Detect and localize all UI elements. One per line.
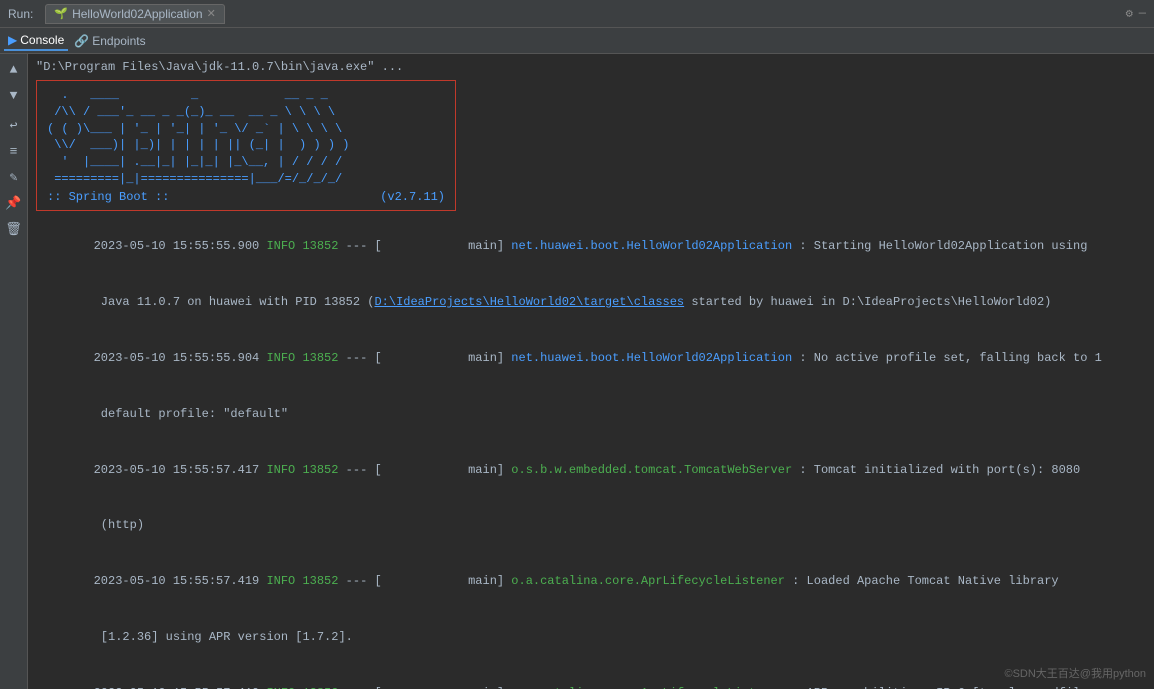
console-icon: ▶ [8, 33, 17, 47]
classes-link[interactable]: D:\IdeaProjects\HelloWorld02\target\clas… [374, 295, 684, 309]
spring-version-line: :: Spring Boot :: (v2.7.11) [47, 190, 445, 204]
endpoints-tab[interactable]: 🔗 Endpoints [70, 32, 149, 50]
list-icon[interactable]: ≡ [3, 140, 25, 162]
settings-icon[interactable]: ⚙ [1126, 6, 1133, 21]
spring-version: (v2.7.11) [380, 190, 445, 204]
log-container: 2023-05-10 15:55:55.900 INFO 13852 --- [… [36, 219, 1146, 689]
spring-banner: . ____ _ __ _ _ /\\ / ___'_ __ _ _(_)_ _… [36, 80, 456, 211]
banner-art: . ____ _ __ _ _ /\\ / ___'_ __ _ _(_)_ _… [47, 87, 445, 188]
endpoints-icon: 🔗 [74, 34, 89, 48]
scroll-up-icon[interactable]: ▲ [3, 58, 25, 80]
console-area[interactable]: "D:\Program Files\Java\jdk-11.0.7\bin\ja… [28, 54, 1154, 689]
log-line-3: 2023-05-10 15:55:57.417 INFO 13852 --- [… [36, 442, 1146, 498]
log-line-3b: (http) [36, 498, 1146, 554]
log-line-4: 2023-05-10 15:55:57.419 INFO 13852 --- [… [36, 553, 1146, 609]
console-tab[interactable]: ▶ Console [4, 31, 68, 51]
log-line-1b: Java 11.0.7 on huawei with PID 13852 (D:… [36, 275, 1146, 331]
log-line-2: 2023-05-10 15:55:55.904 INFO 13852 --- [… [36, 330, 1146, 386]
main-area: ▲ ▼ ↩ ≡ ✎ 📌 🗑 "D:\Program Files\Java\jdk… [0, 54, 1154, 689]
spring-label: :: Spring Boot :: [47, 190, 169, 204]
top-bar: Run: 🌱 HelloWorld02Application ✕ ⚙ — [0, 0, 1154, 28]
delete-icon[interactable]: 🗑 [3, 218, 25, 240]
log-line-5: 2023-05-10 15:55:57.419 INFO 13852 --- [… [36, 665, 1146, 689]
sidebar: ▲ ▼ ↩ ≡ ✎ 📌 🗑 [0, 54, 28, 689]
minimize-icon[interactable]: — [1139, 6, 1146, 21]
log-line-2b: default profile: "default" [36, 386, 1146, 442]
watermark: ©SDN大王百达@我用python [1004, 665, 1146, 681]
run-toolbar: ▶ Console 🔗 Endpoints [0, 28, 1154, 54]
edit-icon[interactable]: ✎ [3, 166, 25, 188]
tab-close-icon[interactable]: ✕ [207, 7, 216, 20]
window-controls: ⚙ — [1126, 6, 1146, 21]
log-line-4b: [1.2.36] using APR version [1.7.2]. [36, 609, 1146, 665]
pin-icon[interactable]: 📌 [3, 192, 25, 214]
cmd-line: "D:\Program Files\Java\jdk-11.0.7\bin\ja… [36, 58, 1146, 76]
run-label: Run: [8, 7, 33, 21]
scroll-down-icon[interactable]: ▼ [3, 84, 25, 106]
app-tab[interactable]: 🌱 HelloWorld02Application ✕ [45, 4, 224, 24]
tab-name: HelloWorld02Application [72, 7, 203, 21]
rerun-icon[interactable]: ↩ [3, 114, 25, 136]
log-line-1: 2023-05-10 15:55:55.900 INFO 13852 --- [… [36, 219, 1146, 275]
